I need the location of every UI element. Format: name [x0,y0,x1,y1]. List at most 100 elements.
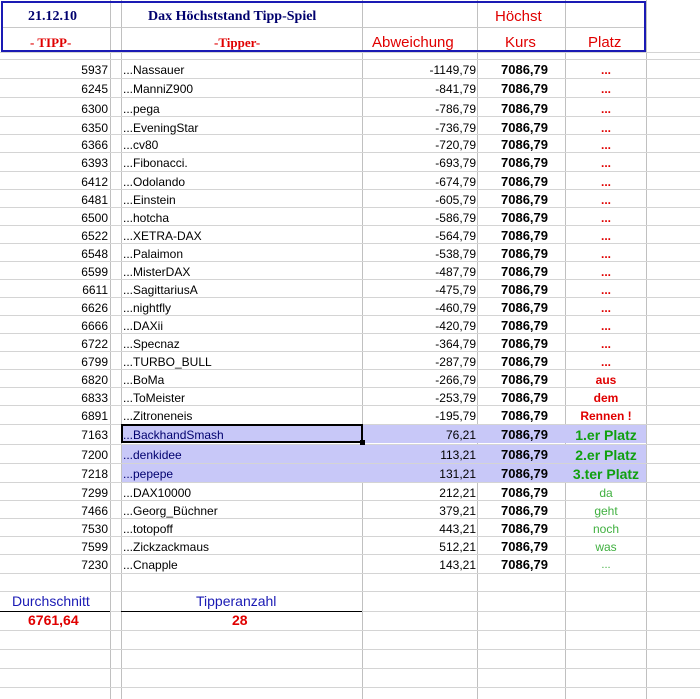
kurs-cell: 7086,79 [501,318,548,333]
table-row[interactable]: 6393 ...Fibonacci. -693,79 7086,79... [0,153,700,171]
platz-cell: Rennen ! [580,409,632,423]
tipper-name-cell: ...Zickzackmaus [123,540,210,554]
kurs-cell: 7086,79 [501,447,548,462]
tipp-cell: 6300 [81,102,108,116]
tipp-cell: 6481 [81,193,108,207]
table-row[interactable]: 6599 ...MisterDAX -487,79 7086,79... [0,262,700,280]
table-row[interactable]: 6722 ...Specnaz -364,79 7086,79... [0,334,700,352]
header-box [1,1,646,52]
table-row[interactable]: 6666 ...DAXii -420,79 7086,79... [0,316,700,334]
active-cell-selection[interactable] [121,424,363,443]
abweichung-cell: -841,79 [435,82,476,96]
abweichung-cell: -564,79 [435,229,476,243]
tipper-name-cell: ...hotcha [123,211,170,225]
fill-handle[interactable] [360,440,365,445]
table-row[interactable]: 6412 ...Odolando -674,79 7086,79... [0,172,700,190]
abweichung-cell: -487,79 [435,265,476,279]
kurs-cell: 7086,79 [501,192,548,207]
table-row[interactable]: 6820 ...BoMa -266,79 7086,79 aus [0,370,700,388]
tipperanzahl-label: Tipperanzahl [196,593,277,609]
kurs-cell: 7086,79 [501,557,548,572]
tipp-cell: 6611 [82,283,108,297]
table-row[interactable]: 6522 ...XETRA-DAX -564,79 7086,79... [0,226,700,244]
table-row[interactable]: 6245 ...ManniZ900 -841,79 7086,79... [0,79,700,97]
table-row[interactable]: 6611 ...SagittariusA -475,79 7086,79... [0,280,700,298]
tipp-cell: 6820 [81,373,108,387]
abweichung-cell: -253,79 [435,391,476,405]
tipper-name-cell: ...Nassauer [123,63,185,77]
abweichung-cell: -720,79 [435,138,476,152]
platz-cell: ... [600,355,611,369]
tipper-name-cell: ...pepepe [123,467,174,481]
platz-cell: ... [600,193,611,207]
table-row[interactable]: 7466 ...Georg_Büchner 379,21 7086,79 geht [0,501,700,519]
col-kurs-header: Kurs [505,34,536,51]
abweichung-cell: -693,79 [435,156,476,170]
kurs-cell: 7086,79 [501,264,548,279]
abweichung-cell: -475,79 [435,283,476,297]
spreadsheet[interactable]: 21.12.10 Dax Höchststand Tipp-Spiel Höch… [0,0,700,699]
abweichung-cell: -195,79 [435,409,476,423]
platz-cell: dem [593,391,619,405]
abweichung-cell: 512,21 [439,540,476,554]
abweichung-cell: -605,79 [435,193,476,207]
abweichung-cell: 131,21 [439,467,476,481]
table-row[interactable]: 7218 ...pepepe 131,21 7086,79 3.ter Platz [0,464,700,482]
grid-line [0,591,700,592]
table-row[interactable]: 6799 ...TURBO_BULL -287,79 7086,79... [0,352,700,370]
durchschnitt-label: Durchschnitt [12,593,90,609]
tipper-name-cell: ...nightfly [123,301,172,315]
tipper-name-cell: ...Zitroneneis [123,409,193,423]
abweichung-cell: -786,79 [435,102,476,116]
table-row[interactable]: 6500 ...hotcha -586,79 7086,79... [0,208,700,226]
table-row[interactable]: 6366 ...cv80 -720,79 7086,79... [0,135,700,153]
kurs-cell: 7086,79 [501,466,548,481]
table-row[interactable]: 7230 ...Cnapple 143,21 7086,79... [0,555,700,573]
table-row[interactable]: 6626 ...nightfly -460,79 7086,79... [0,298,700,316]
kurs-cell: 7086,79 [501,503,548,518]
tipp-cell: 7299 [81,486,108,500]
platz-cell: ... [600,247,611,261]
tipper-name-cell: ...XETRA-DAX [123,229,202,243]
table-row[interactable]: 6891 ...Zitroneneis -195,79 7086,79 Rennen ! [0,406,700,424]
hoechst-label: Höchst [495,8,542,25]
table-row[interactable]: 7200 ...denkidee 113,21 7086,79 2.er Platz [0,445,700,463]
kurs-cell: 7086,79 [501,521,548,536]
tipp-cell: 6350 [81,121,108,135]
kurs-cell: 7086,79 [501,120,548,135]
platz-cell: ... [600,283,611,297]
table-row[interactable]: 7599 ...Zickzackmaus 512,21 7086,79 was [0,537,700,555]
tipper-name-cell: ...denkidee [123,448,182,462]
abweichung-cell: 212,21 [439,486,476,500]
kurs-cell: 7086,79 [501,300,548,315]
table-row[interactable]: 6300 ...pega -786,79 7086,79... [0,99,700,117]
table-row[interactable]: 6481 ...Einstein -605,79 7086,79... [0,190,700,208]
table-row[interactable]: 6548 ...Palaimon -538,79 7086,79... [0,244,700,262]
platz-cell: ... [600,121,611,135]
tipp-cell: 6500 [81,211,108,225]
col-tipper-header: -Tipper- [214,35,261,50]
kurs-cell: 7086,79 [501,81,548,96]
tipp-cell: 6548 [81,247,108,261]
tipp-cell: 6626 [81,301,108,315]
tipper-name-cell: ...SagittariusA [123,283,198,297]
kurs-cell: 7086,79 [501,101,548,116]
kurs-cell: 7086,79 [501,485,548,500]
platz-cell: geht [594,504,618,518]
tipp-cell: 7218 [81,467,108,481]
table-row[interactable]: 6350 ...EveningStar -736,79 7086,79... [0,118,700,136]
tipper-name-cell: ...ToMeister [123,391,186,405]
grid-line [0,668,700,669]
table-row[interactable]: 6833 ...ToMeister -253,79 7086,79 dem [0,388,700,406]
tipp-cell: 6833 [81,391,108,405]
kurs-cell: 7086,79 [501,282,548,297]
platz-cell: ... [600,175,611,189]
tipper-name-cell: ...Odolando [123,175,186,189]
table-row[interactable]: 5937 ...Nassauer -1149,79 7086,79... [0,60,700,78]
table-row[interactable]: 7530 ...totopoff 443,21 7086,79 noch [0,519,700,537]
platz-cell: ... [600,156,611,170]
kurs-cell: 7086,79 [501,246,548,261]
tipperanzahl-value: 28 [232,612,248,628]
table-row[interactable]: 7299 ...DAX10000 212,21 7086,79 da [0,483,700,501]
tipp-cell: 6891 [81,409,108,423]
